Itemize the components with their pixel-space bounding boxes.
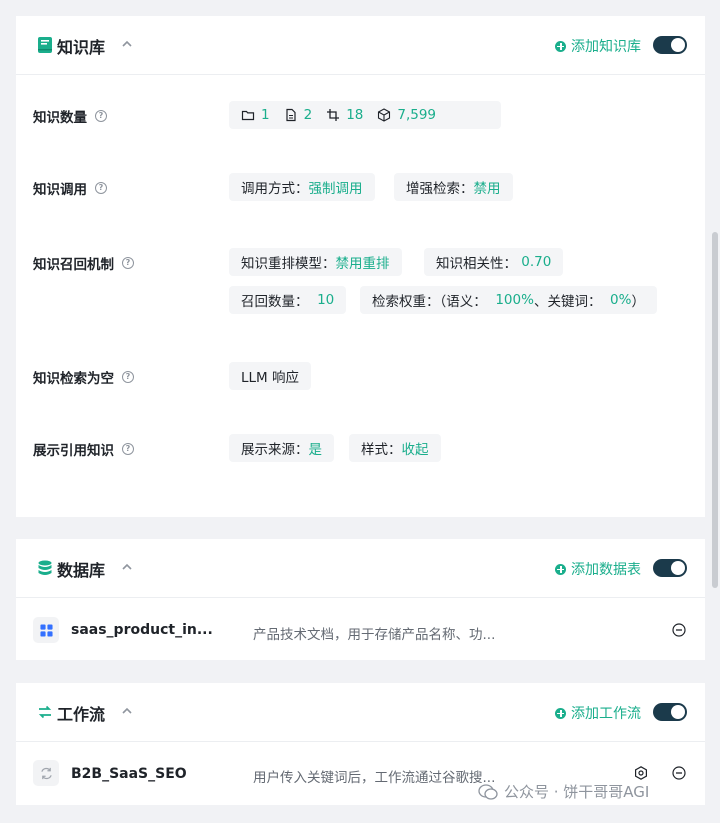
- wechat-icon: [478, 783, 498, 800]
- plus-circle-icon: [555, 707, 566, 719]
- recall-count-chip: 召回数量： 10: [229, 286, 347, 314]
- folder-icon: [241, 110, 255, 121]
- show-source-chip: 展示来源：是: [229, 434, 334, 462]
- knowledge-invoke-label: 知识调用 ?: [33, 178, 107, 198]
- invoke-mode-chip: 调用方式： 强制调用: [229, 173, 375, 201]
- book-icon: [38, 37, 52, 53]
- knowledge-count-label: 知识数量 ?: [33, 106, 107, 126]
- remove-icon[interactable]: [672, 766, 686, 780]
- help-icon[interactable]: ?: [95, 110, 107, 122]
- slice-count: 18: [326, 107, 363, 123]
- document-icon: [285, 108, 296, 122]
- workflow-description: 用户传入关键词后，工作流通过谷歌搜...: [253, 770, 496, 786]
- rerank-model-chip: 知识重排模型： 禁用重排: [229, 248, 402, 276]
- knowledge-toggle[interactable]: [653, 36, 687, 54]
- cite-style-chip: 样式： 收起: [349, 434, 441, 462]
- table-description: 产品技术文档，用于存储产品名称、功...: [253, 627, 496, 643]
- knowledge-count-stats: 1 2 18 7,599: [229, 101, 501, 129]
- database-title: 数据库: [57, 561, 106, 580]
- table-icon: [33, 617, 59, 643]
- divider: [16, 74, 705, 75]
- add-table-button[interactable]: 添加数据表: [555, 559, 641, 579]
- knowledge-cite-label: 展示引用知识 ?: [33, 439, 134, 459]
- workflow-title: 工作流: [57, 705, 106, 724]
- add-workflow-button[interactable]: 添加工作流: [555, 703, 641, 723]
- remove-icon[interactable]: [672, 623, 686, 637]
- settings-icon[interactable]: [634, 766, 648, 780]
- workflow-item-icon: [33, 760, 59, 786]
- watermark: 公众号 · 饼干哥哥AGI: [478, 781, 649, 802]
- crop-icon: [327, 109, 340, 121]
- help-icon[interactable]: ?: [95, 182, 107, 194]
- help-icon[interactable]: ?: [122, 443, 134, 455]
- empty-response-chip: LLM 响应: [229, 362, 311, 390]
- chevron-up-icon[interactable]: [120, 704, 134, 718]
- chevron-up-icon[interactable]: [120, 37, 134, 51]
- workflow-icon: [38, 705, 52, 719]
- database-header: 数据库 添加数据表: [16, 539, 705, 597]
- plus-circle-icon: [555, 563, 566, 575]
- database-icon: [38, 560, 52, 575]
- add-knowledge-button[interactable]: 添加知识库: [555, 36, 641, 56]
- divider: [16, 597, 705, 598]
- knowledge-recall-label: 知识召回机制 ?: [33, 253, 134, 273]
- help-icon[interactable]: ?: [122, 371, 134, 383]
- knowledge-card: 知识库 添加知识库 知识数量 ? 1 2 18 7,599 知识调用 ? 调用方…: [16, 16, 705, 517]
- workflow-name: B2B_SaaS_SEO: [71, 766, 187, 782]
- cube-icon: [378, 108, 391, 122]
- enhance-search-chip: 增强检索： 禁用: [394, 173, 513, 201]
- folder-count: 1: [241, 107, 270, 123]
- token-count: 7,599: [377, 107, 436, 123]
- relevance-chip: 知识相关性： 0.70: [424, 248, 564, 276]
- chevron-up-icon[interactable]: [120, 560, 134, 574]
- search-weight-chip: 检索权重：（语义： 100% 、关键词： 0% ）: [360, 286, 657, 314]
- workflow-toggle[interactable]: [653, 703, 687, 721]
- knowledge-empty-label: 知识检索为空 ?: [33, 367, 134, 387]
- plus-circle-icon: [555, 40, 566, 52]
- document-count: 2: [284, 107, 312, 123]
- divider: [16, 741, 705, 742]
- scrollbar[interactable]: [712, 232, 718, 588]
- workflow-header: 工作流 添加工作流: [16, 683, 705, 741]
- table-name: saas_product_in...: [71, 622, 213, 638]
- database-card: 数据库 添加数据表 saas_product_in... 产品技术文档，用于存储…: [16, 539, 705, 660]
- knowledge-header: 知识库 添加知识库: [16, 16, 705, 74]
- knowledge-title: 知识库: [57, 38, 106, 57]
- database-toggle[interactable]: [653, 559, 687, 577]
- help-icon[interactable]: ?: [122, 257, 134, 269]
